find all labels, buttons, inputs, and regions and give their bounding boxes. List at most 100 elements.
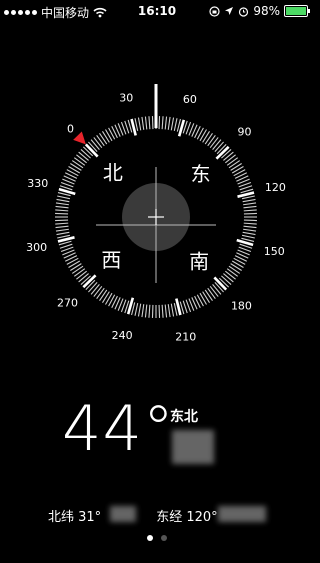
dial-tick: [73, 157, 86, 166]
dial-tick: [57, 234, 71, 239]
dial-tick: [55, 222, 69, 225]
dial-tick: [99, 132, 108, 145]
dial-tick: [148, 116, 151, 130]
dial-tick: [148, 304, 151, 318]
dial-tick: [237, 191, 255, 198]
dial-tick: [134, 118, 139, 132]
dial-tick: [243, 205, 257, 209]
dial-tick: [161, 304, 164, 318]
dial-tick: [226, 268, 239, 277]
dial-tick: [55, 225, 69, 229]
dial-tick: [105, 129, 113, 142]
dial-tick: [68, 166, 81, 174]
page-dot-2[interactable]: [161, 535, 167, 541]
redacted-location-block: [172, 430, 214, 464]
degree-label-330: 330: [27, 177, 48, 190]
dial-tick: [212, 139, 222, 150]
dial-tick: [230, 263, 242, 271]
dial-tick: [209, 137, 219, 148]
dial-tick: [141, 116, 145, 130]
dial-tick: [241, 234, 255, 239]
dial-tick: [56, 231, 70, 236]
dial-tick: [228, 160, 241, 169]
page-indicator[interactable]: [0, 535, 314, 541]
dial-tick: [242, 198, 256, 203]
dial-tick: [90, 284, 100, 295]
dial-tick: [55, 228, 69, 232]
page-dot-1[interactable]: [147, 535, 153, 541]
dial-tick: [212, 284, 222, 295]
dial-tick: [202, 291, 210, 303]
degree-label-300: 300: [26, 241, 47, 254]
dial-tick: [55, 202, 69, 206]
degree-label-210: 210: [175, 330, 196, 343]
dial-tick: [170, 303, 175, 317]
dial-tick: [70, 163, 82, 171]
cardinal-east: 东: [191, 162, 211, 186]
coordinates-row: 北纬 31° 东经 120°: [48, 506, 266, 525]
dial-tick: [88, 282, 98, 293]
heading-direction-label: 东北: [170, 409, 198, 425]
dial-tick: [55, 205, 69, 209]
degree-label-0: 0: [67, 123, 74, 136]
dial-tick: [70, 263, 82, 271]
dial-tick: [164, 304, 168, 318]
dial-tick: [144, 116, 148, 130]
dial-tick: [164, 116, 168, 130]
cardinal-south: 南: [189, 250, 209, 274]
dial-tick: [90, 139, 100, 150]
dial-tick: [144, 304, 148, 318]
dial-tick: [130, 118, 137, 136]
dial-tick: [243, 225, 257, 229]
dial-tick: [73, 268, 86, 277]
dial-tick: [243, 228, 257, 232]
redacted-latitude: [110, 506, 136, 522]
dial-tick: [167, 304, 171, 318]
dial-tick: [214, 141, 224, 152]
degree-label-120: 120: [265, 181, 286, 194]
dial-tick: [167, 116, 171, 130]
dial-tick: [76, 154, 87, 164]
dial-tick: [242, 231, 256, 236]
dial-tick: [199, 129, 207, 142]
dial-tick: [78, 151, 89, 161]
dial-tick: [93, 137, 103, 148]
dial-tick: [225, 154, 236, 164]
dial-tick: [204, 289, 213, 302]
dial-tick: [231, 166, 244, 174]
dial-tick: [71, 265, 84, 274]
degree-label-270: 270: [57, 296, 78, 309]
dial-tick: [68, 260, 81, 268]
dial-tick: [199, 292, 207, 305]
degree-label-90: 90: [237, 126, 251, 139]
dial-tick: [223, 273, 234, 283]
dial-tick: [57, 236, 75, 243]
dial-tick: [105, 292, 113, 305]
dial-tick: [80, 149, 91, 159]
degree-label-180: 180: [231, 299, 252, 312]
dial-tick: [99, 289, 108, 302]
dial-tick: [161, 116, 164, 130]
cardinal-west: 西: [101, 248, 121, 272]
heading-readout: 44°: [62, 394, 175, 464]
dial-tick: [56, 198, 70, 203]
heading-degree-value: 44°: [62, 392, 175, 465]
dial-tick: [96, 287, 105, 300]
dial-tick: [231, 260, 244, 268]
degree-label-60: 60: [183, 93, 197, 106]
dial-tick: [137, 303, 142, 317]
dial-tick: [173, 118, 178, 132]
latitude-label: 北纬 31°: [48, 510, 102, 525]
dial-tick: [71, 160, 84, 169]
dial-tick: [57, 195, 71, 200]
dial-tick: [137, 117, 142, 131]
dial-tick: [102, 291, 110, 303]
dial-tick: [141, 304, 145, 318]
compass-dial: 0 30 60 90 120 150 180 210 240 270 300 330 北 东南 西: [26, 84, 286, 343]
cardinal-north: 北: [103, 160, 123, 184]
dial-tick: [230, 163, 242, 171]
dial-tick: [226, 157, 239, 166]
degree-label-150: 150: [264, 245, 285, 258]
dial-tick: [204, 132, 213, 145]
dial-tick: [243, 202, 257, 206]
